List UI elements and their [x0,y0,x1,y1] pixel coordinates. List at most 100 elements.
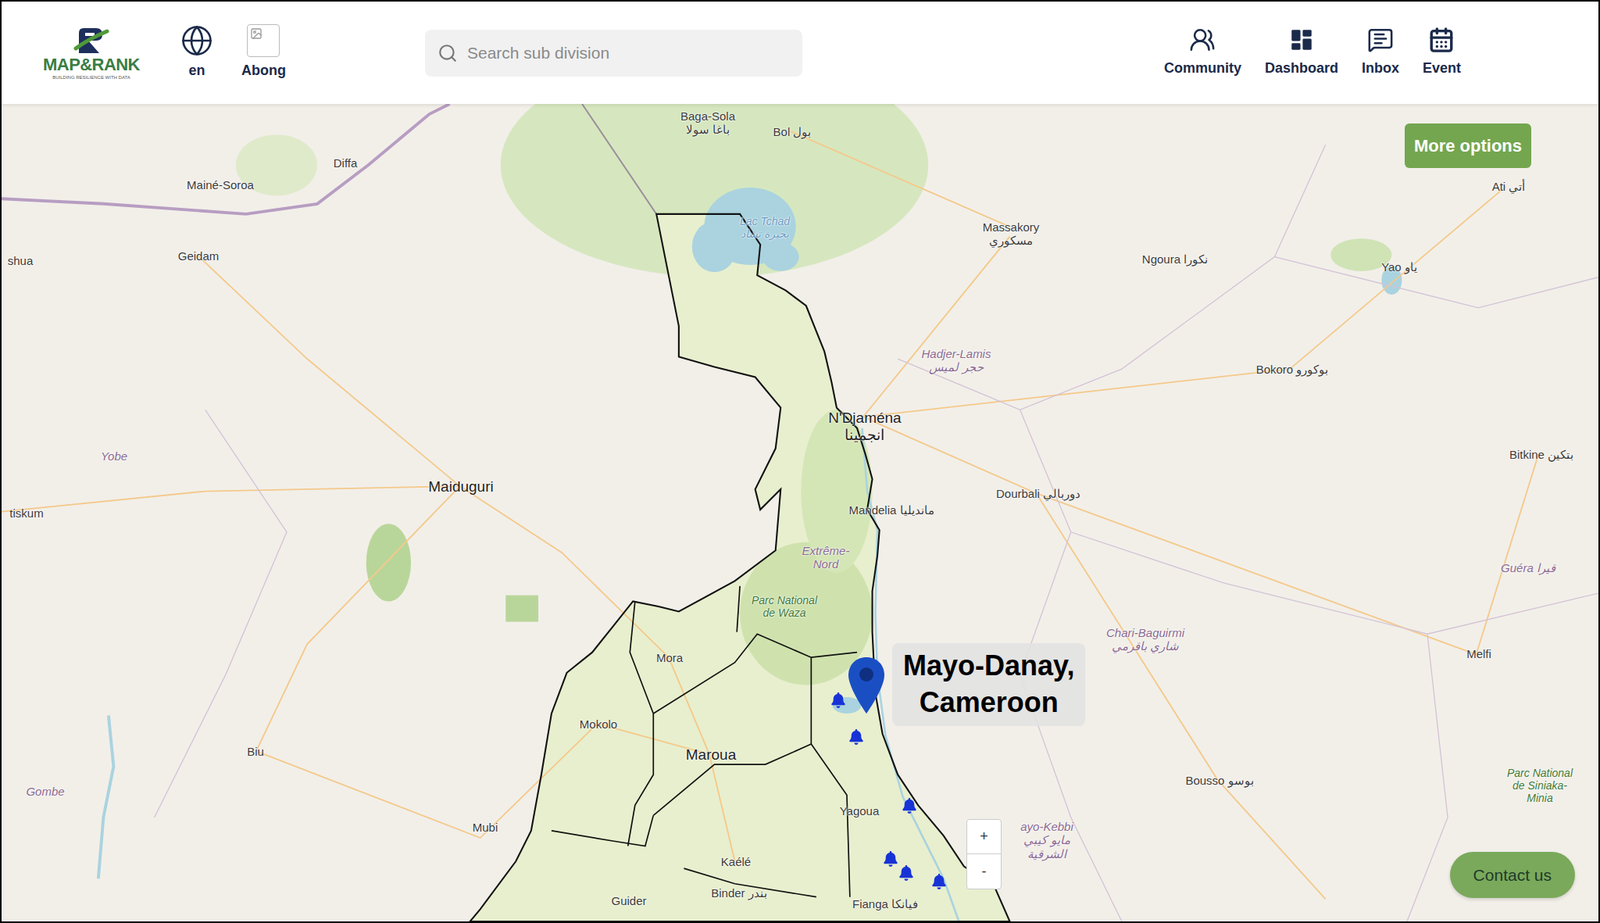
map-label: Guéra قيرا [1500,560,1556,575]
location-label: Abong [241,60,286,82]
map-label-line: Maroua [685,746,736,764]
map-label-line: Geidam [178,249,220,263]
marker-label-line: Cameroon [903,684,1075,722]
map-label: Mokolo [579,717,618,731]
map-label-line: حجر لميس [921,360,992,374]
map-label-line: N'Djaména [828,409,901,427]
map-label-line: Mokolo [579,717,618,731]
logo-mark-icon [72,25,111,57]
nav-item[interactable]: Event [1422,26,1461,79]
map-label: Ati أتي [1492,179,1526,193]
map-label-line: شاري باقرمي [1106,639,1185,653]
map-label: Yao ياو [1381,260,1418,274]
map-label-line: Guéra قيرا [1500,560,1556,575]
map-label: Fianga فيانكا [852,896,918,911]
map-label-line: Diffa [333,156,358,170]
nav-item[interactable]: Inbox [1361,26,1400,79]
map-label-line: Guider [610,893,647,908]
map-label-line: Bol بول [773,125,812,139]
language-button[interactable]: en [174,24,220,82]
map-label-line: Melfi [1466,646,1492,661]
map-label: Ngoura نكورا [1142,252,1208,266]
map-label-line: Mainé-Soroa [186,178,254,192]
map-label: Bokoro بوكورو [1256,362,1329,376]
map-label: N'Djaménaانجمينا [828,409,901,444]
map-label-line: Minia [1507,791,1573,804]
map-label-line: Binder بندر [710,885,768,900]
nav-item[interactable]: Community [1164,26,1242,79]
map-label: Mandelia مانديليا [848,503,934,517]
map-label-line: Ngoura نكورا [1142,252,1208,266]
marker-label-line: Mayo-Danay, [903,647,1075,685]
map-label: Baga-Solaباغا سولا [680,109,736,137]
nav-label: Event [1422,57,1461,79]
map-label-line: de Siniaka- [1507,778,1573,792]
map-label-line: الشرقية [1020,846,1074,861]
map-label-line: Kaélé [721,854,751,868]
map-label-line: مايو كيبي [1020,832,1074,847]
nav-label: Inbox [1361,57,1400,79]
map-label-line: Bousso بوسو [1185,773,1254,787]
map-label-line: Yobe [100,449,128,463]
map-label-line: مسكوري [982,233,1040,247]
map-label-line: Chari-Baguirmi [1106,625,1185,640]
map-label: Yagoua [839,803,880,818]
map-label-line: انجمينا [828,426,901,444]
map-label-line: Fianga فيانكا [852,896,918,911]
map-label: Mainé-Soroa [186,178,254,192]
map-label: Mora [656,650,683,665]
location-pin-icon[interactable] [846,655,887,715]
map-label-line: Hadjer-Lamis [921,346,992,361]
map-label-line: Dourbali دوربالي [996,486,1081,500]
contact-button[interactable]: Contact us [1450,851,1575,899]
logo-tagline: BUILDING RESILIENCE WITH DATA [52,75,130,82]
map-label: Kaélé [721,854,751,868]
map-label: Geidam [178,249,220,263]
map-label-line: tiskum [9,506,43,520]
map-label: Hadjer-Lamisحجر لميس [921,346,992,375]
logo-name: MAP&RANK [42,56,140,74]
alert-bell-icon[interactable] [931,873,947,890]
map-label-line: Bitkine بتكين [1509,447,1574,461]
alert-bell-icon[interactable] [882,850,899,867]
map-label-line: Mora [656,650,683,665]
logo[interactable]: MAP&RANKBUILDING RESILIENCE WITH DATA [32,25,151,82]
map-label: Parc Nationalde Waza [751,593,818,619]
map-label-line: Parc National [1507,766,1573,779]
map-label-line: Bokoro بوكورو [1256,362,1329,376]
map-view[interactable]: Baga-Solaباغا سولا Bol بول Mainé-Soroa Diff… [1,103,1599,922]
map-label-line: Nord [802,557,850,571]
map-label: Bitkine بتكين [1509,447,1574,461]
map-label-line: باغا سولا [680,122,736,136]
map-label-line: shua [7,253,34,268]
language-label: en [188,60,205,82]
map-label: Mubi [472,820,499,834]
alert-bell-icon[interactable] [848,728,865,745]
map-label: Chari-Baguirmiشاري باقرمي [1106,625,1185,654]
map-label-line: Yagoua [839,803,880,818]
map-label: Gombe [25,784,65,798]
alert-bell-icon[interactable] [901,797,918,814]
map-label: Biu [246,744,265,758]
search-input[interactable] [467,40,790,66]
zoom-in-button[interactable]: + [967,819,1001,854]
more-options-button[interactable]: More options [1404,123,1532,168]
alert-bell-icon[interactable] [898,864,915,881]
map-label-line: Mandelia مانديليا [848,503,934,517]
map-label: Melfi [1466,646,1492,661]
location-image-icon [246,24,280,58]
location-button[interactable]: Abong [235,24,293,82]
search-icon [437,42,458,64]
nav-label: Dashboard [1264,57,1339,79]
map-label-line: de Waza [751,606,818,619]
alert-bell-icon[interactable] [830,692,847,708]
event-icon [1428,26,1455,54]
search-field[interactable] [425,29,803,77]
nav-item[interactable]: Dashboard [1264,26,1339,79]
map-label: Yobe [100,449,128,463]
zoom-out-button[interactable]: - [967,853,1001,889]
map-label: Maroua [685,746,736,764]
globe-icon [180,24,214,58]
community-icon [1189,26,1216,54]
app: MAP&RANKBUILDING RESILIENCE WITH DATA en A… [0,0,1600,923]
